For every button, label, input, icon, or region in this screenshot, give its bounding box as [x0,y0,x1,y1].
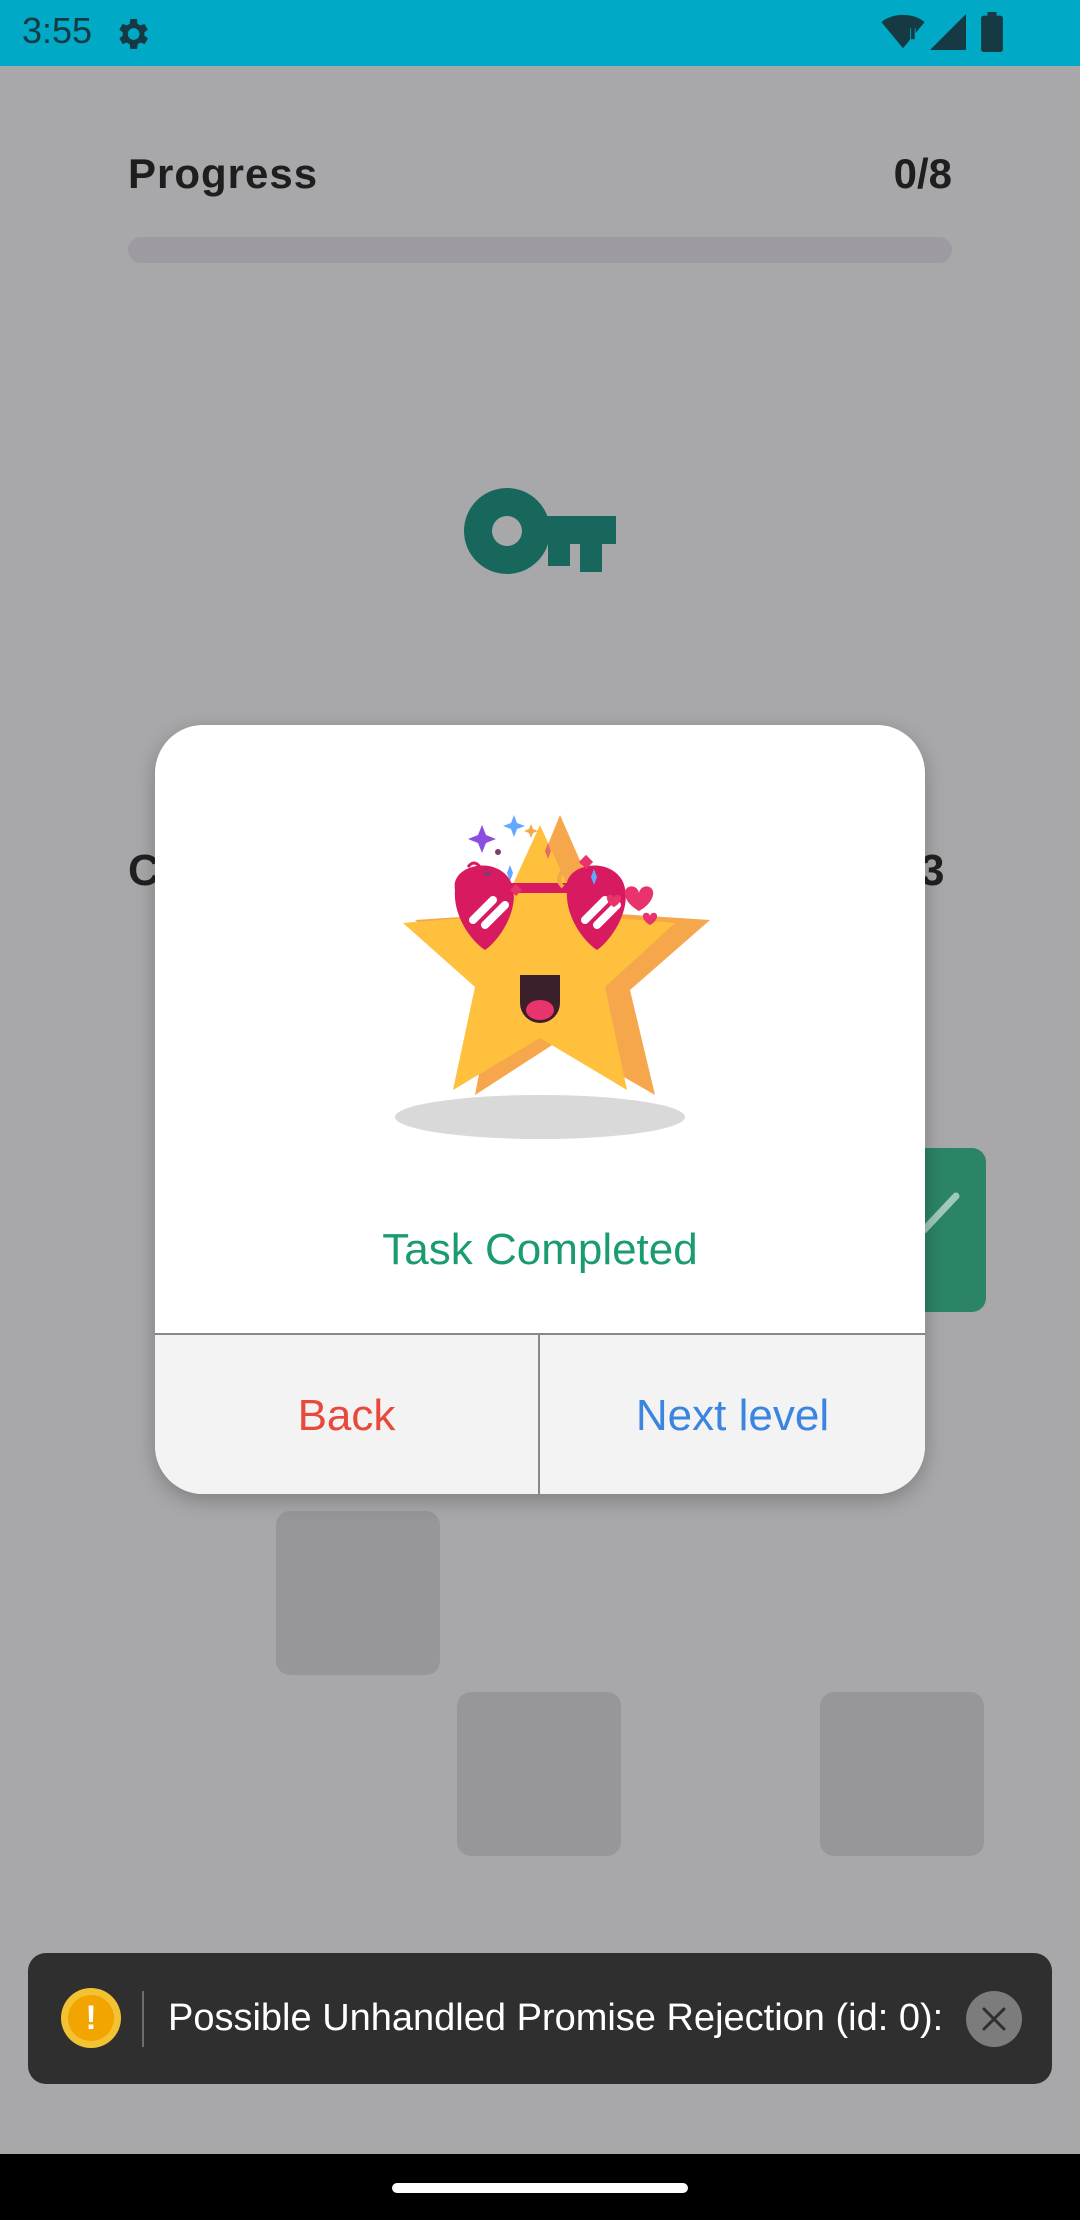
dialog-actions: Back Next level [155,1333,925,1494]
progress-bar [128,237,952,263]
check-icon [920,1192,960,1234]
home-indicator[interactable] [392,2183,688,2193]
toast-message[interactable]: Possible Unhandled Promise Rejection (id… [168,1997,968,2040]
next-level-button[interactable]: Next level [540,1335,925,1494]
answer-tile [276,1511,440,1675]
progress-count: 0/8 [893,150,952,197]
answer-tile [820,1692,984,1856]
gear-icon [119,19,148,49]
close-glyph [982,2007,1006,2031]
progress-label: Progress [128,150,319,197]
error-toast[interactable]: ! Possible Unhandled Promise Rejection (… [28,1953,1052,2084]
close-icon[interactable] [966,1991,1022,2047]
navigation-bar [0,2154,1080,2220]
status-time: 3:55 [22,10,93,51]
task-completed-dialog: Task Completed Back Next level [155,725,925,1494]
warning-icon-glyph: ! [68,1995,114,2041]
back-button[interactable]: Back [155,1335,540,1494]
answer-tile [457,1692,621,1856]
dialog-title: Task Completed [382,1225,698,1274]
star-celebration-illustration [395,815,710,1139]
status-bar: 3:55 [0,0,1080,66]
key-icon [464,488,616,574]
toast-divider [142,1991,144,2047]
battery-icon [981,12,1003,52]
warning-icon: ! [61,1988,121,2048]
wifi-icon [881,14,925,49]
signal-icon [930,14,966,50]
